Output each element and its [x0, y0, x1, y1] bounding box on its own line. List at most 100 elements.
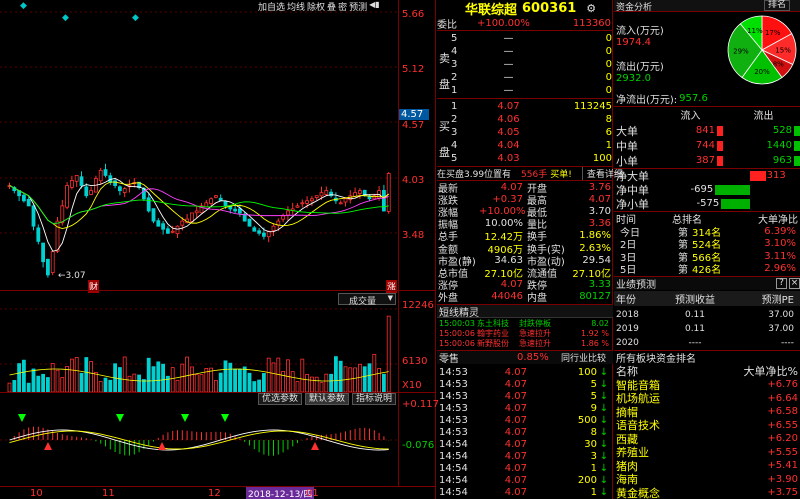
- volume-bar: [127, 375, 132, 392]
- buy-price: 4.03: [497, 153, 520, 164]
- volume-bar: [7, 382, 12, 392]
- tab-funds-analysis[interactable]: 资金分析: [616, 0, 652, 13]
- rank-ratio: 6.39%: [764, 225, 796, 237]
- quote-value: 3.70: [588, 205, 611, 217]
- chart-area[interactable]: ◆ ◆ ◆ 加自选 均线 除权 叠 密 预测 ◀▮ 5.66 5.12 4.57…: [0, 0, 440, 499]
- buy-price: 4.05: [497, 127, 520, 138]
- indicator-tick-value: 0.117: [410, 399, 440, 410]
- industry-compare-button[interactable]: 同行业比较: [561, 351, 606, 364]
- tick-price: 4.07: [504, 426, 527, 438]
- pie-label: 29%: [733, 48, 749, 56]
- forecast-col-header: 年份 预测收益 预测PE: [614, 291, 800, 306]
- candle-body: [343, 198, 348, 203]
- volume-bar: [132, 373, 137, 392]
- buy-order-row: 4 4.04 1: [451, 139, 612, 152]
- sell-signal-icon: [181, 414, 189, 422]
- sprite-row[interactable]: 15:00:06 翰宇药业 急速拉升 1.92 %: [437, 328, 613, 338]
- volume-bar: [357, 363, 362, 392]
- limit-up-badge[interactable]: 涨: [386, 280, 398, 293]
- sell-volume: 0: [605, 59, 612, 70]
- cursor-date: 2018-12-13/四: [246, 487, 315, 499]
- volume-bar: [122, 356, 127, 392]
- queue-bar[interactable]: 在买盘3.99位置有 556手 买单! 查看详细: [437, 167, 623, 180]
- volume-bar: [98, 381, 103, 392]
- sector-ratio: +3.75: [767, 487, 798, 499]
- sell-level: 5: [451, 33, 458, 44]
- flow-table: 大单 841 528 中单 744 1440 小单 387 963: [614, 123, 800, 168]
- net-bar-fill: [750, 171, 766, 181]
- down-arrow-icon: ↓: [599, 378, 609, 390]
- candle-body: [319, 192, 324, 197]
- candle-body: [70, 180, 74, 188]
- flow-row: 小单 387 963: [614, 153, 800, 168]
- pie-label: 17%: [765, 29, 781, 37]
- flow-out-cell: 1440: [723, 140, 800, 151]
- volume-bar: [305, 373, 310, 392]
- dropdown-icon[interactable]: ▼: [388, 294, 395, 302]
- volume-bar: [31, 368, 36, 392]
- close-icon[interactable]: ×: [789, 278, 800, 289]
- sector-table[interactable]: 智能音箱 +6.76 机场航运 +6.64 摘帽 +6.58 语音技术 +6.55 西藏 +6.2…: [614, 378, 800, 499]
- candle-body: [89, 190, 93, 195]
- default-params-button[interactable]: 默认参数: [305, 393, 350, 405]
- volume-bar: [228, 362, 233, 392]
- candle-body: [237, 208, 242, 214]
- sprite-value: 1.86 %: [581, 338, 609, 348]
- volume-bar: [94, 372, 98, 392]
- indicator-tick: -0.076: [402, 440, 435, 451]
- sprite-stock: 新野股份: [477, 338, 509, 348]
- volume-bar: [146, 357, 151, 392]
- flow-out-value: 1440: [766, 140, 792, 151]
- rank-prefix: 第: [678, 265, 688, 277]
- volume-bar: [223, 360, 228, 392]
- kline-chart[interactable]: [0, 0, 398, 290]
- candle-body: [26, 198, 31, 207]
- help-icon[interactable]: ?: [776, 278, 787, 289]
- sprite-list[interactable]: 15:00:03 东土科技 封跌停板 8.02 15:00:06 翰宇药业 急速拉升 1.92…: [437, 318, 613, 348]
- sell-order-row: 2 — 0: [451, 71, 612, 84]
- sector-name: 黄金概念: [616, 486, 660, 499]
- volume-bar: [233, 368, 238, 392]
- volume-bar: [156, 361, 161, 392]
- date-tick: 11: [102, 488, 115, 499]
- volume-bar: [70, 358, 74, 392]
- sprite-row[interactable]: 15:00:03 东土科技 封跌停板 8.02: [437, 318, 613, 328]
- candle-body: [50, 251, 55, 273]
- volume-bar: [281, 371, 286, 392]
- sector-row[interactable]: 黄金概念 +3.75: [614, 486, 800, 499]
- tab-ranking[interactable]: 排名: [764, 0, 791, 11]
- sell-signal-icon: [221, 414, 229, 422]
- volume-bar: [209, 367, 214, 392]
- flow-out-cell: 528: [723, 125, 800, 136]
- candle-body: [113, 180, 117, 186]
- optimized-params-button[interactable]: 优选参数: [258, 393, 303, 405]
- volume-bar: [199, 374, 204, 392]
- candle-body: [180, 220, 185, 226]
- candle-body: [223, 200, 228, 207]
- net-bar-value: 313: [766, 170, 786, 181]
- volume-bar: [333, 356, 338, 392]
- stock-name: 华联综超: [465, 2, 518, 18]
- rank-ratio: 3.10%: [764, 238, 796, 250]
- volume-bar: [79, 372, 84, 392]
- finance-badge[interactable]: 财: [88, 280, 100, 293]
- candle-body: [189, 212, 194, 222]
- outflow-value: 2932.0: [616, 73, 651, 84]
- sprite-event: 急速拉升: [519, 338, 551, 348]
- volume-header[interactable]: 成交量 ▼: [338, 293, 396, 307]
- indicator-help-button[interactable]: 指标说明: [352, 393, 397, 405]
- net-bar-row: 净中单 -695: [614, 183, 800, 197]
- volume-chart[interactable]: [0, 305, 398, 392]
- sprite-value: 8.02: [591, 318, 609, 328]
- sell-price: —: [503, 33, 514, 44]
- settings-icon[interactable]: ⚙: [586, 2, 596, 15]
- indicator-chart[interactable]: [0, 406, 398, 486]
- buy-side-char: 买: [439, 120, 450, 133]
- quote-panel: 华联综超 600361 ⚙ 委比 +100.00% 113360 卖 盘 5—0…: [437, 0, 623, 499]
- sell-order-row: 5 — 0: [451, 32, 612, 45]
- tick-list[interactable]: 14:53 4.07 100 ↓ 14:53 4.07 5 ↓ 14:53 4.07 5 ↓ 14:53…: [437, 366, 613, 498]
- tick-row: 14:54 4.07 1 ↓: [437, 486, 613, 498]
- sprite-row[interactable]: 15:00:06 新野股份 急速拉升 1.86 %: [437, 338, 613, 348]
- quote-value: 3.33: [588, 279, 611, 291]
- volume-bar: [17, 363, 22, 392]
